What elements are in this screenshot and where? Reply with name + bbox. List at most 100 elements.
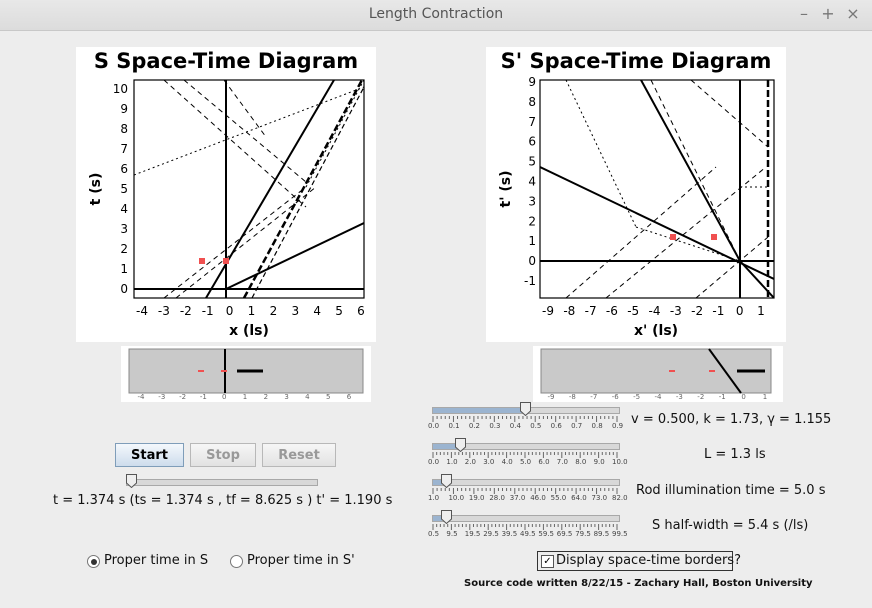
- s-diagram-panel: S Space-Time Diagram -4 -3 -2 -1 0 1 2 3 4 5 6 012…: [76, 47, 376, 342]
- velocity-slider-tick-label: 0.6: [550, 422, 562, 430]
- close-icon[interactable]: ×: [845, 4, 861, 23]
- s-strip-tick-label: -3: [158, 393, 165, 401]
- time-slider-thumb[interactable]: [126, 474, 137, 488]
- length-slider-tick-label: 8.0: [575, 458, 587, 466]
- halfwidth-slider-tick-label: 0.5: [428, 530, 440, 538]
- s-y-tick-label: 1: [120, 262, 128, 276]
- sp-y-tick-label: 8: [528, 95, 536, 109]
- s-strip-tick-label: -2: [179, 393, 186, 401]
- illumination-slider[interactable]: 1.0 10.0 19.0 28.0 37.0 46.0 55.0 64.0 73.0 82.0: [428, 474, 628, 504]
- s-y-tick-label: 10: [113, 82, 128, 96]
- sp-x-axis-label: x' (ls): [634, 323, 678, 339]
- length-slider[interactable]: 0.0 1.0 2.0 3.0 4.0 5.0 6.0 7.0 8.0 9.0 10.0: [428, 438, 628, 468]
- sp-x-tick-label: -8: [563, 304, 575, 318]
- sp-strip-tick-label: -2: [697, 393, 704, 401]
- length-slider-tick-label: 3.0: [483, 458, 495, 466]
- halfwidth-slider-track[interactable]: [432, 515, 620, 522]
- s-x-tick-label: 1: [248, 304, 256, 318]
- sp-x-tick-label: -6: [606, 304, 618, 318]
- illumination-slider-tick-label: 64.0: [571, 494, 587, 502]
- velocity-slider-tick-label: 0.8: [591, 422, 603, 430]
- halfwidth-slider-tick-label: 99.5: [612, 530, 628, 538]
- halfwidth-slider[interactable]: 0.5 9.5 19.5 29.5 39.5 49.5 59.5 69.5 79.5 89.5 99…: [428, 510, 628, 540]
- velocity-slider-tick-label: 0.1: [448, 422, 460, 430]
- length-slider-tick-label: 0.0: [428, 458, 440, 466]
- velocity-slider-ticks: [432, 416, 618, 422]
- illumination-slider-tick-label: 10.0: [448, 494, 465, 502]
- start-button[interactable]: Start: [115, 443, 184, 467]
- s-y-tick-label: 2: [120, 242, 128, 256]
- sp-strip-tick-label: -3: [676, 393, 683, 401]
- borders-checkbox-row[interactable]: ✓ Display space-time borders?: [537, 551, 741, 571]
- illumination-slider-tick-label: 1.0: [428, 494, 440, 502]
- sp-y-tick-label: -1: [524, 274, 536, 288]
- sp-y-tick-label: 2: [528, 214, 536, 228]
- s-x-tick-label: 0: [226, 304, 234, 318]
- sp-y-tick-label: 1: [528, 234, 536, 248]
- s-x-tick-label: 6: [357, 304, 365, 318]
- s-x-axis-label: x (ls): [229, 323, 269, 339]
- halfwidth-slider-thumb[interactable]: [440, 510, 452, 524]
- sp-y-tick-label: 5: [528, 155, 536, 169]
- s-diagram-plot: -4 -3 -2 -1 0 1 2 3 4 5 6 012345678910 x (ls) t (s…: [88, 79, 365, 339]
- minimize-icon[interactable]: –: [796, 4, 812, 23]
- sp-diagram-plot: -9 -8 -7 -6 -5 -4 -3 -2 -1 0 1 -10123456789 x' (ls…: [498, 75, 775, 339]
- borders-checkbox[interactable]: ✓: [541, 555, 554, 568]
- sp-strip-tick-label: -9: [548, 393, 555, 401]
- s-y-tick-label: 0: [120, 282, 128, 296]
- illumination-slider-tick-label: 82.0: [612, 494, 628, 502]
- sp-y-tick-label: 0: [528, 254, 536, 268]
- length-slider-tick-label: 9.0: [593, 458, 605, 466]
- s-x-tick-label: 3: [291, 304, 299, 318]
- s-y-tick-label: 9: [120, 102, 128, 116]
- illumination-slider-tick-label: 28.0: [489, 494, 505, 502]
- sp-strip-tick-label: -5: [633, 393, 640, 401]
- sp-strip-tick-label: -1: [719, 393, 726, 401]
- illumination-slider-thumb[interactable]: [440, 474, 452, 488]
- velocity-slider-tick-label: 0.5: [530, 422, 542, 430]
- sp-x-tick-label: -3: [670, 304, 682, 318]
- s-x-tick-label: 5: [335, 304, 343, 318]
- sp-x-tick-label: -5: [627, 304, 639, 318]
- s-y-axis-label: t (s): [88, 173, 104, 206]
- illumination-slider-tick-label: 37.0: [509, 494, 526, 502]
- sp-strip-tick-label: -6: [612, 393, 620, 401]
- halfwidth-slider-tick-label: 19.5: [464, 530, 481, 538]
- footer-credit: Source code written 8/22/15 - Zachary Ha…: [464, 578, 813, 589]
- sp-strip-tick-label: 1: [763, 393, 767, 401]
- maximize-icon[interactable]: +: [820, 4, 836, 23]
- illumination-slider-tick-label: 19.0: [468, 494, 485, 502]
- illumination-slider-track[interactable]: [432, 479, 620, 486]
- length-slider-tick-label: 7.0: [556, 458, 568, 466]
- proper-time-s-radio[interactable]: [87, 555, 100, 568]
- sp-x-tick-label: 0: [736, 304, 744, 318]
- proper-time-s-label: Proper time in S: [104, 553, 209, 568]
- halfwidth-readout: S half-width = 5.4 s (/ls): [652, 518, 809, 533]
- reset-button[interactable]: Reset: [262, 443, 336, 467]
- time-slider[interactable]: [126, 474, 318, 504]
- s-x-tick-label: 2: [270, 304, 278, 318]
- halfwidth-slider-tick-label: 9.5: [446, 530, 458, 538]
- s-strip-tick-label: -1: [200, 393, 207, 401]
- velocity-slider-tick-label: 0.3: [489, 422, 501, 430]
- velocity-readout: v = 0.500, k = 1.73, γ = 1.155: [631, 412, 832, 427]
- s-x-tick-label: -1: [202, 304, 214, 318]
- halfwidth-slider-tick-label: 69.5: [556, 530, 573, 538]
- halfwidth-slider-tick-label: 29.5: [483, 530, 499, 538]
- s-strip-tick-label: 3: [284, 393, 288, 401]
- illumination-slider-tick-label: 46.0: [530, 494, 546, 502]
- velocity-slider-thumb[interactable]: [519, 402, 531, 416]
- sp-event-marker-right: [711, 234, 717, 240]
- sp-x-tick-label: -9: [542, 304, 554, 318]
- velocity-slider[interactable]: 0.0 0.1 0.2 0.3 0.4 0.5 0.6 0.7 0.8 0.9: [428, 402, 623, 432]
- s-strip-tick-label: 2: [264, 393, 268, 401]
- s-strip-tick-label: 6: [347, 393, 352, 401]
- stop-button[interactable]: Stop: [190, 443, 256, 467]
- length-slider-thumb[interactable]: [454, 438, 466, 452]
- proper-time-sp-radio[interactable]: [230, 555, 243, 568]
- s-x-tick-label: -4: [136, 304, 148, 318]
- halfwidth-slider-tick-label: 59.5: [538, 530, 554, 538]
- s-y-tick-label: 3: [120, 222, 128, 236]
- length-readout: L = 1.3 ls: [704, 447, 766, 462]
- s-x-tick-label: -3: [158, 304, 170, 318]
